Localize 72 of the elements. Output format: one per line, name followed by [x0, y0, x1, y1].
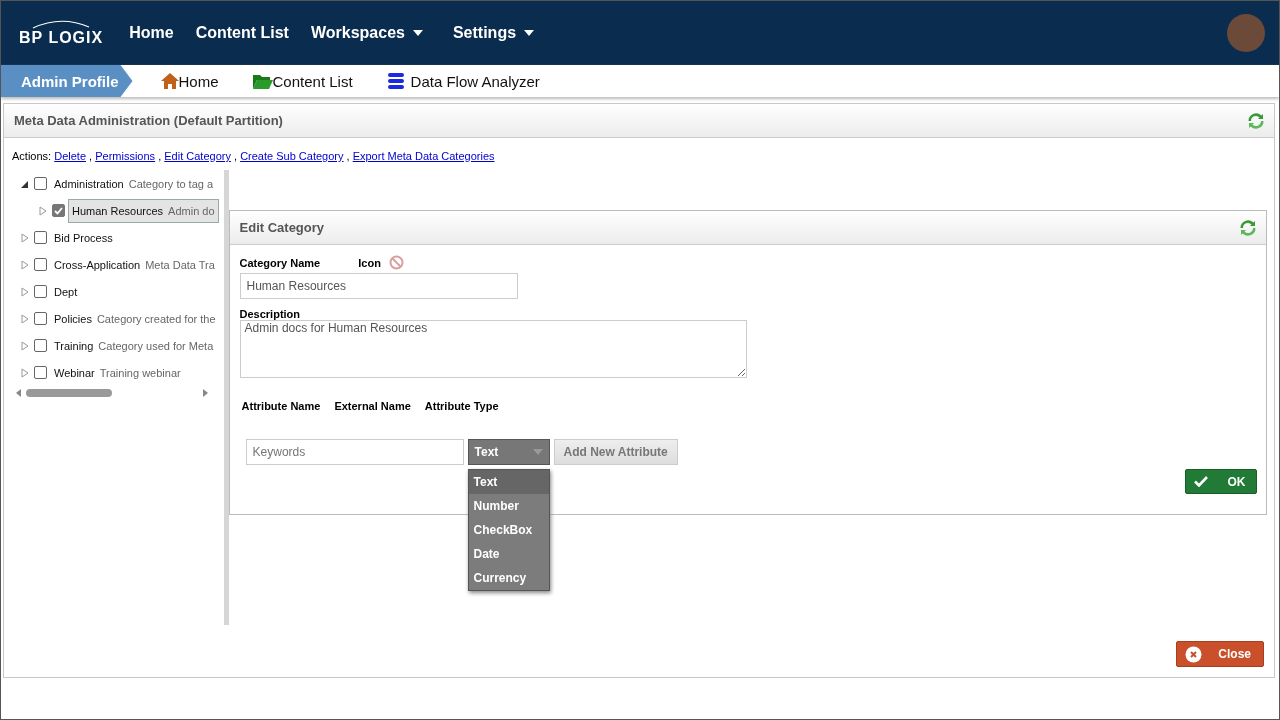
checkbox[interactable]: [34, 339, 47, 352]
dropdown-option[interactable]: Number: [468, 494, 549, 518]
tree-item[interactable]: Human Resources Admin do: [68, 198, 219, 223]
folder-icon: [252, 73, 273, 89]
avatar[interactable]: [1227, 14, 1265, 52]
checkbox[interactable]: [52, 204, 65, 217]
column-header: External Name: [334, 400, 411, 412]
collapsed-arrow-icon[interactable]: [38, 205, 48, 216]
breadcrumb-link[interactable]: Home: [178, 72, 219, 90]
ok-button[interactable]: OK: [1184, 469, 1257, 494]
tree-item[interactable]: Administration Category to tag a: [50, 171, 218, 196]
nav-item[interactable]: Home: [129, 24, 174, 42]
checkbox[interactable]: [34, 366, 47, 379]
nav-item[interactable]: Content List: [195, 24, 289, 42]
logo[interactable]: BP LOGIX: [19, 19, 104, 47]
action-link[interactable]: Delete: [54, 150, 86, 162]
refresh-icon[interactable]: [1248, 111, 1264, 130]
tree-item[interactable]: Training Category used for Meta: [50, 333, 218, 358]
breadcrumb-link[interactable]: Data Flow Analyzer: [410, 72, 540, 90]
action-link[interactable]: Export Meta Data Categories: [352, 150, 495, 162]
caret-icon[interactable]: [412, 30, 423, 36]
tree-item[interactable]: Dept: [50, 279, 87, 304]
column-header: Attribute Name: [241, 400, 321, 412]
collapsed-arrow-icon[interactable]: [20, 367, 30, 378]
collapsed-arrow-icon[interactable]: [20, 259, 30, 270]
checkbox[interactable]: [34, 258, 47, 271]
tree-item[interactable]: Bid Process: [50, 225, 122, 250]
nav-item[interactable]: Settings: [452, 24, 535, 42]
column-header: Attribute Type: [424, 400, 499, 412]
field-label: Description: [239, 308, 302, 320]
checkbox[interactable]: [34, 285, 47, 298]
checkbox[interactable]: [34, 312, 47, 325]
breadcrumb-link[interactable]: Content List: [272, 72, 353, 90]
action-link[interactable]: Edit Category: [164, 150, 231, 162]
tree-item[interactable]: Cross-Application Meta Data Tra: [50, 252, 219, 277]
caret-icon[interactable]: [524, 30, 535, 36]
checkbox[interactable]: [34, 177, 47, 190]
close-icon: [1185, 645, 1202, 663]
tree-item[interactable]: Webinar Training webinar: [50, 360, 185, 385]
attribute-type-dropdown[interactable]: Text: [467, 439, 550, 465]
separator: ,: [233, 150, 239, 162]
action-link[interactable]: Create Sub Category: [240, 150, 344, 162]
add-attribute-button[interactable]: Add New Attribute: [553, 439, 678, 465]
close-button[interactable]: Close: [1176, 641, 1264, 667]
action-link[interactable]: Permissions: [95, 150, 156, 162]
description-field[interactable]: Admin docs for Human Resources: [239, 320, 747, 378]
no-icon-icon[interactable]: [388, 255, 404, 270]
dropdown-option[interactable]: Text: [468, 470, 549, 494]
dropdown-option[interactable]: Currency: [468, 566, 549, 590]
checkmark-icon: [1193, 476, 1208, 487]
database-icon: [386, 73, 405, 89]
panel-title: Meta Data Administration (Default Partition): [14, 113, 283, 128]
collapsed-arrow-icon[interactable]: [20, 313, 30, 324]
actions-label: Actions:: [12, 150, 53, 162]
checkbox[interactable]: [34, 231, 47, 244]
separator: ,: [157, 150, 163, 162]
separator: ,: [88, 150, 94, 162]
edit-panel-title: Edit Category: [239, 220, 325, 235]
category-name-field[interactable]: Human Resources: [239, 273, 518, 299]
nav-item[interactable]: Workspaces: [310, 24, 423, 42]
tree-item[interactable]: Policies Category created for the: [50, 306, 220, 331]
house-icon: [160, 73, 179, 89]
field-label: Icon: [358, 256, 381, 269]
attribute-name-field[interactable]: Keywords: [245, 439, 464, 465]
separator: ,: [345, 150, 351, 162]
field-label: Category Name: [239, 256, 321, 269]
collapsed-arrow-icon[interactable]: [20, 340, 30, 351]
collapsed-arrow-icon[interactable]: [20, 232, 30, 243]
collapsed-arrow-icon[interactable]: [20, 286, 30, 297]
dropdown-option[interactable]: Date: [468, 542, 549, 566]
dropdown-option[interactable]: CheckBox: [468, 518, 549, 542]
refresh-icon[interactable]: [1239, 218, 1256, 237]
